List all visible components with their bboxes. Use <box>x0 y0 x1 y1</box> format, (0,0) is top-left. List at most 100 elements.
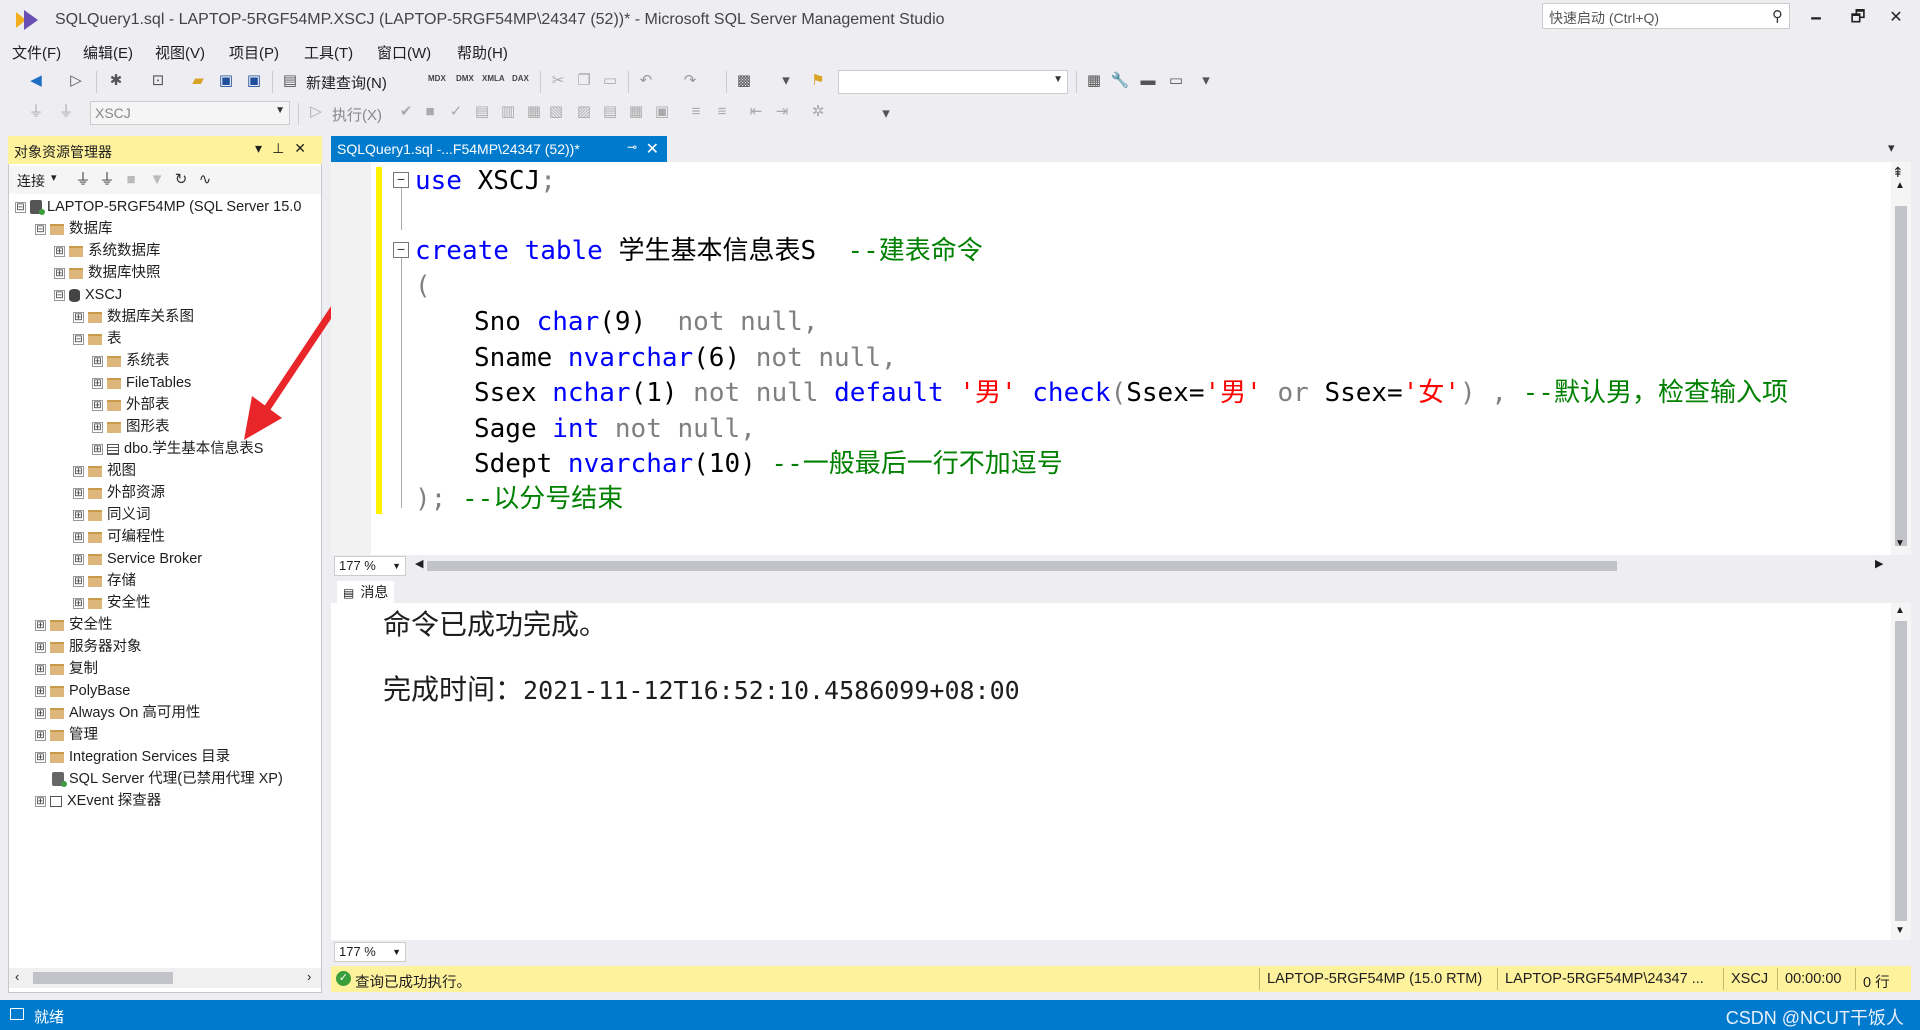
uncomment-icon[interactable]: ≡ <box>712 102 732 122</box>
scrollbar-thumb[interactable] <box>1895 206 1907 546</box>
expand-icon[interactable]: ⊞ <box>73 509 84 521</box>
refresh-icon[interactable]: ↻ <box>171 170 191 190</box>
save-all-icon[interactable]: ▣ <box>244 71 264 91</box>
decrease-indent-icon[interactable]: ⇤ <box>746 102 766 122</box>
new-query-button[interactable]: 新建查询(N) <box>306 72 387 93</box>
scroll-left-icon[interactable]: ◀ <box>415 557 423 570</box>
scroll-up-icon[interactable]: ▲ <box>1895 605 1905 616</box>
scroll-up-icon[interactable]: ▲ <box>1895 180 1905 191</box>
database-combo[interactable]: XSCJ ▼ <box>90 101 290 125</box>
xmla-query-button[interactable]: XMLA <box>482 74 505 83</box>
pin-icon[interactable]: ⊥ <box>272 140 294 156</box>
expand-icon[interactable]: ⊞ <box>92 399 103 411</box>
chevron-down-icon[interactable]: ▾ <box>51 171 57 184</box>
tree-node-sql-agent[interactable]: SQL Server 代理(已禁用代理 XP) <box>52 768 283 790</box>
results-file-icon[interactable]: ▣ <box>652 102 672 122</box>
add-item-icon[interactable]: ⊡ <box>148 71 168 91</box>
tree-node-service-broker[interactable]: ⊞ Service Broker <box>73 548 202 570</box>
find-combo[interactable]: ▼ <box>838 70 1068 94</box>
expand-icon[interactable]: ⊞ <box>35 685 46 697</box>
collapse-icon[interactable]: ⊟ <box>54 289 65 301</box>
tree-node-polybase[interactable]: ⊞ PolyBase <box>35 680 130 702</box>
intellisense-icon[interactable]: ▦ <box>524 102 544 122</box>
tree-node-graph-tables[interactable]: ⊞ 图形表 <box>92 416 170 438</box>
save-icon[interactable]: ▣ <box>216 71 236 91</box>
menu-help[interactable]: 帮助(H) <box>457 42 508 63</box>
tree-node-external-tables[interactable]: ⊞ 外部表 <box>92 394 170 416</box>
tree-node-server-objects[interactable]: ⊞ 服务器对象 <box>35 636 142 658</box>
fold-toggle-icon[interactable]: − <box>393 172 409 188</box>
tree-node-filetables[interactable]: ⊞ FileTables <box>92 372 191 394</box>
scroll-right-icon[interactable]: › <box>307 969 311 984</box>
solution-explorer-icon[interactable]: ▦ <box>1084 71 1104 91</box>
dropdown-icon[interactable]: ▾ <box>776 71 796 91</box>
stop-icon[interactable]: ■ <box>121 170 141 190</box>
tree-node-synonyms[interactable]: ⊞ 同义词 <box>73 504 151 526</box>
paste-icon[interactable]: ▭ <box>600 71 620 91</box>
close-icon[interactable]: ✕ <box>294 140 316 156</box>
tree-node-views[interactable]: ⊞ 视图 <box>73 460 136 482</box>
cut-icon[interactable]: ✂ <box>548 71 568 91</box>
toolbar-options-icon[interactable]: ▾ <box>1196 71 1216 91</box>
copy-icon[interactable]: ❐ <box>574 71 594 91</box>
query-options-icon[interactable]: ▥ <box>498 102 518 122</box>
tree-node-system-tables[interactable]: ⊞ 系统表 <box>92 350 170 372</box>
tab-messages[interactable]: ▤ 消息 <box>337 581 395 603</box>
collapse-icon[interactable]: ⊟ <box>35 223 46 235</box>
expand-icon[interactable]: ⊞ <box>92 377 103 389</box>
activity-monitor-icon[interactable]: ▩ <box>734 71 754 91</box>
tree-node-system-databases[interactable]: ⊞ 系统数据库 <box>54 240 161 262</box>
dax-query-button[interactable]: DAX <box>512 74 529 83</box>
open-file-icon[interactable]: ▰ <box>188 71 208 91</box>
expand-icon[interactable]: ⊞ <box>54 245 65 257</box>
expand-icon[interactable]: ⊞ <box>35 751 46 763</box>
tree-node-replication[interactable]: ⊞ 复制 <box>35 658 98 680</box>
properties-icon[interactable]: 🔧 <box>1110 71 1130 91</box>
expand-icon[interactable]: ⊞ <box>73 311 84 323</box>
specify-values-icon[interactable]: ✲ <box>808 102 828 122</box>
tab-overflow-icon[interactable]: ▾ <box>1888 140 1895 156</box>
scroll-left-icon[interactable]: ‹ <box>15 969 19 984</box>
editor-zoom-combo[interactable]: 177 % ▼ <box>334 556 406 576</box>
scroll-down-icon[interactable]: ▼ <box>1895 925 1905 936</box>
fold-toggle-icon[interactable]: − <box>393 242 409 258</box>
tree-node-database-snapshots[interactable]: ⊞ 数据库快照 <box>54 262 161 284</box>
connect-icon[interactable]: ⏚ <box>26 102 46 122</box>
quick-launch-box[interactable]: 快速启动 (Ctrl+Q) ⚲ <box>1542 3 1790 29</box>
expand-icon[interactable]: ⊞ <box>35 663 46 675</box>
menu-file[interactable]: 文件(F) <box>12 42 61 63</box>
execute-button[interactable]: 执行(X) <box>332 104 382 125</box>
client-stats-icon[interactable]: ▨ <box>574 102 594 122</box>
menu-window[interactable]: 窗口(W) <box>377 42 431 63</box>
menu-tools[interactable]: 工具(T) <box>304 42 353 63</box>
results-text-icon[interactable]: ▤ <box>600 102 620 122</box>
tree-node-db-security[interactable]: ⊞ 安全性 <box>73 592 151 614</box>
dropdown-icon[interactable]: ▾ <box>255 140 272 156</box>
pin-icon[interactable]: ⊸ <box>627 140 637 154</box>
tree-node-security[interactable]: ⊞ 安全性 <box>35 614 113 636</box>
collapse-icon[interactable]: ⊟ <box>73 333 84 345</box>
expand-icon[interactable]: ⊞ <box>54 267 65 279</box>
dmx-query-button[interactable]: DMX <box>456 74 474 83</box>
connect-button[interactable]: 连接 <box>17 171 45 191</box>
messages-vscrollbar[interactable]: ▲ ▼ <box>1891 603 1911 940</box>
comment-icon[interactable]: ≡ <box>686 102 706 122</box>
menu-view[interactable]: 视图(V) <box>155 42 205 63</box>
forward-icon[interactable]: ▷ <box>66 71 86 91</box>
tree-node-integration-services[interactable]: ⊞ Integration Services 目录 <box>35 746 230 768</box>
menu-edit[interactable]: 编辑(E) <box>83 42 133 63</box>
tree-node-tables[interactable]: ⊟ 表 <box>73 328 122 350</box>
toolbar-options-icon[interactable]: ▾ <box>876 104 896 124</box>
expand-icon[interactable]: ⊞ <box>35 795 46 807</box>
tab-sqlquery1[interactable]: SQLQuery1.sql -...F54MP\24347 (52))* ⊸ ✕ <box>331 136 667 162</box>
new-query-icon[interactable]: ▤ <box>280 71 300 91</box>
expand-icon[interactable]: ⊞ <box>73 597 84 609</box>
expand-icon[interactable]: ⊞ <box>92 443 103 455</box>
activity-icon[interactable]: ∿ <box>195 170 215 190</box>
increase-indent-icon[interactable]: ⇥ <box>772 102 792 122</box>
tree-node-diagrams[interactable]: ⊞ 数据库关系图 <box>73 306 194 328</box>
filter-icon[interactable]: ▼ <box>147 170 167 190</box>
disconnect-icon[interactable]: ⏚ <box>56 102 76 122</box>
debug-icon[interactable]: ✔ <box>396 102 416 122</box>
scroll-right-icon[interactable]: ▶ <box>1875 557 1883 570</box>
